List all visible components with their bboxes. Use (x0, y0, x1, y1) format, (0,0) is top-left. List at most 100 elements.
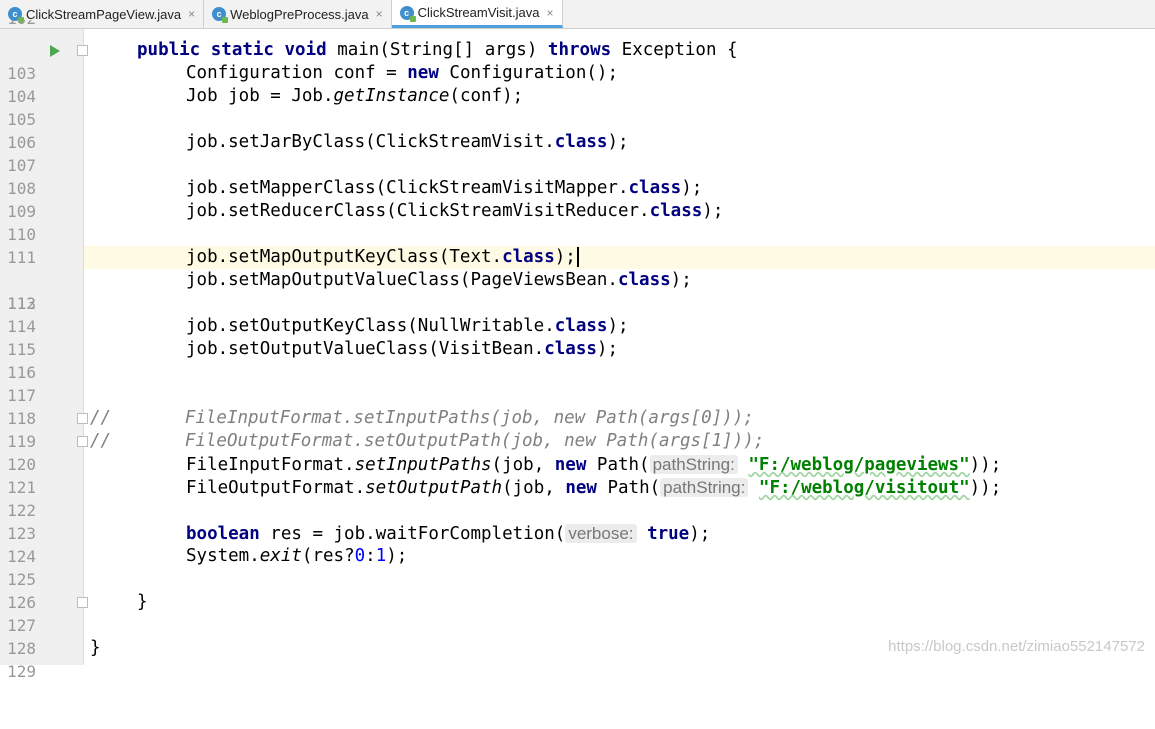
code-line: 108 (0, 154, 1155, 198)
run-icon[interactable] (50, 45, 60, 57)
code-line: 126 (0, 568, 1155, 612)
code-line: 128 (0, 614, 1155, 658)
code-token: Path( (596, 478, 661, 498)
code-token: ); (702, 201, 724, 221)
fold-marker-icon[interactable] (77, 413, 88, 424)
fold-marker-icon[interactable] (77, 45, 88, 56)
fold-marker-icon[interactable] (77, 436, 88, 447)
code-token: FileInputFormat. (186, 455, 355, 475)
fold-marker-icon[interactable] (77, 597, 88, 608)
code-comment: // (90, 408, 112, 428)
code-token: (job, (491, 455, 555, 475)
code-token: Configuration(); (438, 63, 618, 83)
code-token: ); (689, 524, 711, 544)
code-comment: FileOutputFormat.setOutputPath(job, new … (111, 431, 765, 451)
code-area[interactable]: 102 103 public static void main(String[]… (0, 0, 1155, 681)
code-token: System. (186, 546, 260, 566)
string-literal: "F:/weblog/pageviews" (748, 455, 970, 475)
code-token: ); (386, 546, 408, 566)
code-line: 117 (0, 361, 1155, 405)
number-literal: 1 (375, 546, 387, 566)
code-comment: FileInputFormat.setInputPaths(job, new P… (111, 408, 754, 428)
code-line: 122 FileOutputFormat.setOutputPath(job, … (0, 476, 1155, 520)
code-token: job.setOutputKeyClass(NullWritable. (186, 316, 555, 336)
line-number: 129 (7, 662, 36, 681)
line-number: 102 (0, 20, 36, 30)
code-token: )); (969, 478, 1002, 498)
code-line: 109 job.setMapperClass(ClickStreamVisitM… (0, 177, 1155, 221)
code-token: true (647, 524, 690, 544)
code-token: job.setMapOutputValueClass(PageViewsBean… (186, 270, 618, 290)
text-caret (576, 247, 579, 267)
code-token: new (407, 63, 439, 83)
code-line: 110 job.setReducerClass(ClickStreamVisit… (0, 200, 1155, 244)
code-comment: // (90, 431, 112, 451)
code-line: 106 (0, 108, 1155, 152)
current-line: 112 job.setMapOutputKeyClass(Text.class)… (0, 246, 1155, 313)
code-line: 113 job.setMapOutputValueClass(PageViews… (0, 269, 1155, 313)
code-token: : (365, 546, 376, 566)
watermark: https://blog.csdn.net/zimiao552147572 (888, 638, 1145, 655)
code-line: 111 (0, 223, 1155, 267)
code-token: new (565, 478, 597, 498)
string-literal: "F:/weblog/visitout" (758, 478, 970, 498)
code-token: setInputPaths (354, 455, 492, 475)
parameter-hint: verbose: (565, 524, 637, 543)
code-token: exit (259, 546, 302, 566)
code-token: class (554, 316, 608, 336)
code-token: (res? (301, 546, 355, 566)
code-line: 104 Configuration conf = new Configurati… (0, 62, 1155, 106)
code-token: Exception { (611, 40, 738, 60)
code-line: 119 // FileInputFormat.setInputPaths(job… (0, 407, 1155, 451)
code-token: Path( (586, 455, 650, 475)
code-line: 102 (0, 20, 1155, 34)
code-token: new (554, 455, 587, 475)
code-token: FileOutputFormat. (186, 478, 366, 498)
code-token: job.setMapperClass(ClickStreamVisitMappe… (186, 178, 629, 198)
code-line: 105 Job job = Job.getInstance(conf); (0, 85, 1155, 129)
code-token: setOutputPath (365, 478, 503, 498)
code-token: class (544, 339, 597, 359)
code-token: class (617, 270, 671, 290)
code-token: res = job.waitForCompletion( (259, 524, 566, 544)
code-token: job.setReducerClass(ClickStreamVisitRedu… (186, 201, 650, 221)
code-token: Configuration conf = (186, 63, 408, 83)
code-line: 124 boolean res = job.waitForCompletion(… (0, 522, 1155, 566)
code-token: ); (607, 132, 629, 152)
code-token: ); (607, 316, 629, 336)
code-line: 125 System.exit(res?0:1); (0, 545, 1155, 589)
code-token: } (90, 638, 101, 658)
code-token: class (628, 178, 682, 198)
code-token: job.setJarByClass(ClickStreamVisit. (186, 132, 555, 152)
code-line: 127 } (0, 591, 1155, 635)
code-line: 118 (0, 384, 1155, 428)
code-token: job.setOutputValueClass(VisitBean. (186, 339, 545, 359)
code-line: 114 (0, 292, 1155, 336)
parameter-hint: pathString: (660, 478, 749, 497)
code-line: 115 job.setOutputKeyClass(NullWritable.c… (0, 315, 1155, 359)
code-line: 121 FileInputFormat.setInputPaths(job, n… (0, 453, 1155, 497)
code-line: 107 job.setJarByClass(ClickStreamVisit.c… (0, 131, 1155, 175)
code-token: ); (554, 247, 576, 267)
code-token: job.setMapOutputKeyClass(Text. (186, 247, 503, 267)
parameter-hint: pathString: (649, 455, 738, 474)
code-token: ); (681, 178, 703, 198)
code-token: throws (547, 40, 612, 60)
code-token: public static void (137, 40, 327, 60)
code-token: ); (670, 270, 692, 290)
code-token: } (137, 592, 148, 612)
code-line: 103 public static void main(String[] arg… (0, 39, 1155, 83)
code-token: class (502, 247, 555, 267)
code-token: boolean (186, 524, 260, 544)
code-line: 116 job.setOutputValueClass(VisitBean.cl… (0, 338, 1155, 382)
code-line: 123 (0, 499, 1155, 543)
code-token: )); (969, 455, 1002, 475)
code-token: getInstance (333, 86, 450, 106)
code-token: class (649, 201, 703, 221)
code-token: ); (596, 339, 618, 359)
code-line: 120 // FileOutputFormat.setOutputPath(jo… (0, 430, 1155, 474)
number-literal: 0 (354, 546, 366, 566)
code-token: (conf); (449, 86, 524, 106)
code-token: class (554, 132, 608, 152)
code-token: Job job = Job. (186, 86, 334, 106)
